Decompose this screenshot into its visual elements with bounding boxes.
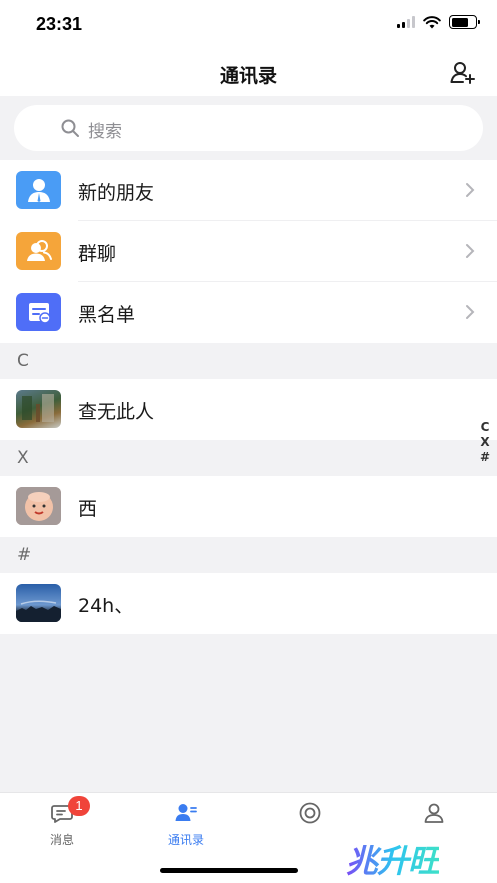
status-icons [397, 15, 480, 29]
section-letter: # [17, 545, 32, 565]
contact-row[interactable]: 24h、 [0, 573, 497, 634]
avatar [16, 487, 61, 525]
section-header-hash: # [0, 537, 497, 573]
tab-contacts[interactable]: 通讯录 [124, 799, 248, 851]
search-placeholder: 搜索 [88, 122, 122, 142]
group-chat-icon [16, 232, 61, 270]
nav-bar: 通讯录 [0, 50, 497, 96]
watermark-text: 兆升旺 [346, 836, 440, 882]
home-indicator [160, 868, 298, 873]
add-friend-icon[interactable] [449, 59, 477, 87]
new-friend-icon [16, 171, 61, 209]
chevron-right-icon [466, 305, 475, 319]
index-letter[interactable]: C [481, 420, 490, 434]
battery-icon [449, 15, 480, 29]
search-area: 搜索 [0, 96, 497, 160]
section-header-c: C [0, 343, 497, 379]
alphabet-index[interactable]: C X # [478, 420, 492, 464]
contact-name: 24h、 [78, 595, 134, 617]
tab-messages[interactable]: 1 消息 [0, 796, 124, 851]
unread-badge: 1 [68, 796, 90, 816]
section-header-x: X [0, 440, 497, 476]
tab-label: 通讯录 [167, 833, 204, 847]
blacklist-icon [16, 293, 61, 331]
avatar [16, 390, 61, 428]
avatar [16, 584, 61, 622]
menu-item-label: 群聊 [78, 243, 117, 265]
contacts-icon [175, 804, 197, 821]
contact-row[interactable]: 西 [0, 476, 497, 537]
moments-icon [299, 802, 321, 824]
index-letter[interactable]: X [480, 435, 489, 449]
status-bar: 23:31 [0, 0, 497, 50]
tab-label: 消息 [49, 833, 74, 847]
profile-icon [424, 803, 444, 823]
menu-item-group-chat[interactable]: 群聊 [0, 221, 497, 282]
menu-item-blacklist[interactable]: 黑名单 [0, 282, 497, 343]
signal-icon [397, 16, 415, 28]
page-title: 通讯录 [219, 65, 277, 87]
search-input[interactable]: 搜索 [14, 105, 483, 151]
contact-row[interactable]: 查无此人 [0, 379, 497, 440]
menu-item-label: 黑名单 [78, 304, 136, 326]
contact-name: 查无此人 [78, 401, 155, 423]
menu-item-new-friends[interactable]: 新的朋友 [0, 160, 497, 221]
menu-item-label: 新的朋友 [78, 182, 155, 204]
status-time: 23:31 [36, 14, 83, 34]
wifi-icon [423, 15, 441, 28]
search-icon [61, 119, 79, 137]
watermark-logo: 兆升旺 [336, 828, 466, 883]
section-letter: X [17, 448, 29, 468]
index-letter[interactable]: # [480, 450, 490, 464]
chevron-right-icon [466, 183, 475, 197]
chevron-right-icon [466, 244, 475, 258]
section-letter: C [17, 351, 29, 371]
contact-name: 西 [78, 498, 98, 520]
